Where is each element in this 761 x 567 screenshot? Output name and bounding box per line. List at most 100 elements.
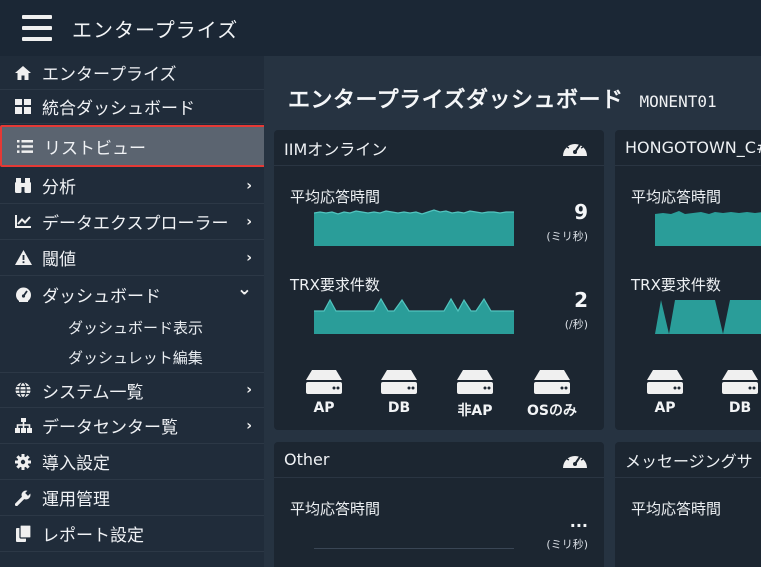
sidebar-item-label: リストビュー: [44, 138, 146, 159]
chevron-right-icon: ›: [246, 249, 252, 266]
sidebar-item-report-settings[interactable]: レポート設定: [0, 516, 264, 552]
trx-count-sparkline: [314, 297, 514, 334]
panel-header: HONGOTOWN_C#: [615, 130, 761, 166]
sidebar-item-install-settings[interactable]: 導入設定: [0, 444, 264, 480]
gear-icon: [14, 453, 32, 470]
response-time-sparkline: [314, 548, 514, 549]
server-label: AP: [654, 400, 676, 416]
chevron-right-icon: ›: [246, 417, 252, 434]
list-icon: [16, 139, 34, 153]
home-icon: [14, 65, 32, 80]
page-header: エンタープライズダッシュボード MONENT01: [288, 82, 717, 114]
trx-count-sparkline: [655, 300, 761, 334]
metric-value: 9: [574, 200, 588, 224]
sidebar-item-label: データセンター覧: [42, 418, 178, 438]
sidebar-item-label: エンタープライズ: [42, 65, 177, 85]
panel-title: Other: [284, 450, 330, 469]
globe-icon: [14, 382, 32, 398]
server-icon: [722, 370, 758, 394]
panel-header: IIMオンライン: [274, 130, 604, 166]
metric-label: 平均応答時間: [631, 188, 722, 206]
server-icon: [647, 370, 683, 394]
sidebar: エンタープライズ 統合ダッシュボード リストビュー 分析 › データエクスプロー…: [0, 56, 266, 567]
server-label: DB: [728, 400, 752, 416]
chevron-down-icon: ⌄: [236, 278, 252, 300]
copy-icon: [14, 525, 32, 542]
page-title: エンタープライズダッシュボード: [288, 88, 624, 113]
sidebar-item-enterprise[interactable]: エンタープライズ: [0, 56, 264, 90]
server-non-ap[interactable]: 非AP: [445, 370, 505, 420]
chevron-right-icon: ›: [246, 177, 252, 194]
sidebar-item-data-explorer[interactable]: データエクスプローラー ›: [0, 204, 264, 240]
metric-label: 平均応答時間: [290, 500, 381, 518]
sidebar-subitem-dashboard-view[interactable]: ダッシュボード表示: [0, 312, 264, 342]
dashlet-panel[interactable]: Other 平均応答時間 ... (ミリ秒): [274, 442, 604, 567]
dashlet-panel[interactable]: メッセージングサ 平均応答時間: [615, 442, 761, 567]
sidebar-item-label: ダッシュボード: [42, 286, 161, 307]
server-icon: [457, 370, 493, 394]
sidebar-item-label: 運用管理: [42, 490, 110, 510]
wrench-icon: [14, 489, 32, 506]
sidebar-item-analysis[interactable]: 分析 ›: [0, 168, 264, 204]
metric-label: TRX要求件数: [631, 276, 721, 294]
hamburger-menu-icon[interactable]: [22, 15, 52, 41]
server-label: DB: [387, 400, 411, 416]
server-icon: [381, 370, 417, 394]
metric-label: TRX要求件数: [290, 276, 380, 294]
dashlet-panel[interactable]: HONGOTOWN_C# 平均応答時間 TRX要求件数 AP DB: [615, 130, 761, 430]
sidebar-item-threshold[interactable]: 閾値 ›: [0, 240, 264, 276]
sidebar-item-label: 分析: [42, 178, 76, 198]
sidebar-item-datacenter-list[interactable]: データセンター覧 ›: [0, 408, 264, 444]
main-content: エンタープライズダッシュボード MONENT01 IIMオンライン 平均応答時間…: [264, 56, 761, 567]
sidebar-item-operation-management[interactable]: 運用管理: [0, 480, 264, 516]
server-label: AP: [313, 400, 335, 416]
metric-value: ...: [569, 512, 588, 531]
server-ap[interactable]: AP: [294, 370, 354, 416]
sidebar-item-dashboard[interactable]: ダッシュボード ⌄: [0, 276, 264, 312]
panel-header: Other: [274, 442, 604, 478]
server-icon: [306, 370, 342, 394]
sidebar-item-system-list[interactable]: システム一覧 ›: [0, 372, 264, 408]
metric-unit: (ミリ秒): [546, 538, 588, 551]
binoculars-icon: [14, 178, 32, 193]
gauge-icon[interactable]: [562, 450, 588, 470]
sidebar-item-label: 閾値: [42, 250, 76, 270]
panel-title: HONGOTOWN_C#: [625, 138, 761, 157]
server-db[interactable]: DB: [710, 370, 761, 416]
gauge-icon: [14, 287, 32, 302]
panel-title: メッセージングサ: [625, 451, 753, 471]
panel-header: メッセージングサ: [615, 442, 761, 478]
chevron-right-icon: ›: [246, 213, 252, 230]
metric-unit: (/秒): [564, 318, 588, 331]
sidebar-item-integrated-dashboard[interactable]: 統合ダッシュボード: [0, 90, 264, 124]
chart-icon: [14, 215, 32, 228]
page-subtitle: MONENT01: [639, 92, 717, 111]
metric-label: 平均応答時間: [631, 500, 722, 518]
response-time-sparkline: [655, 211, 761, 246]
server-label: OSのみ: [527, 403, 577, 419]
metric-unit: (ミリ秒): [546, 230, 588, 243]
sidebar-subitem-dashlet-edit[interactable]: ダッシュレット編集: [0, 342, 264, 372]
server-db[interactable]: DB: [369, 370, 429, 416]
metric-label: 平均応答時間: [290, 188, 381, 206]
sidebar-item-label: データエクスプローラー: [42, 214, 229, 234]
gauge-icon[interactable]: [562, 138, 588, 158]
sidebar-item-label: 導入設定: [42, 454, 110, 474]
server-ap[interactable]: AP: [635, 370, 695, 416]
sidebar-item-label: 統合ダッシュボード: [42, 99, 195, 119]
sidebar-item-list-view[interactable]: リストビュー: [0, 125, 266, 167]
sidebar-item-label: レポート設定: [42, 526, 144, 546]
warning-icon: [14, 250, 32, 265]
grid-icon: [14, 99, 32, 114]
sidebar-item-label: システム一覧: [42, 382, 144, 403]
sitemap-icon: [14, 418, 32, 433]
metric-value: 2: [574, 288, 588, 312]
server-icon: [534, 370, 570, 394]
chevron-right-icon: ›: [246, 382, 252, 398]
response-time-sparkline: [314, 209, 514, 246]
panel-title: IIMオンライン: [284, 139, 388, 159]
dashlet-panel[interactable]: IIMオンライン 平均応答時間 9 (ミリ秒) TRX要求件数 2 (/秒) A…: [274, 130, 604, 430]
top-bar: エンタープライズ: [0, 0, 761, 56]
app-title: エンタープライズ: [72, 17, 239, 42]
server-os-only[interactable]: OSのみ: [522, 370, 582, 420]
